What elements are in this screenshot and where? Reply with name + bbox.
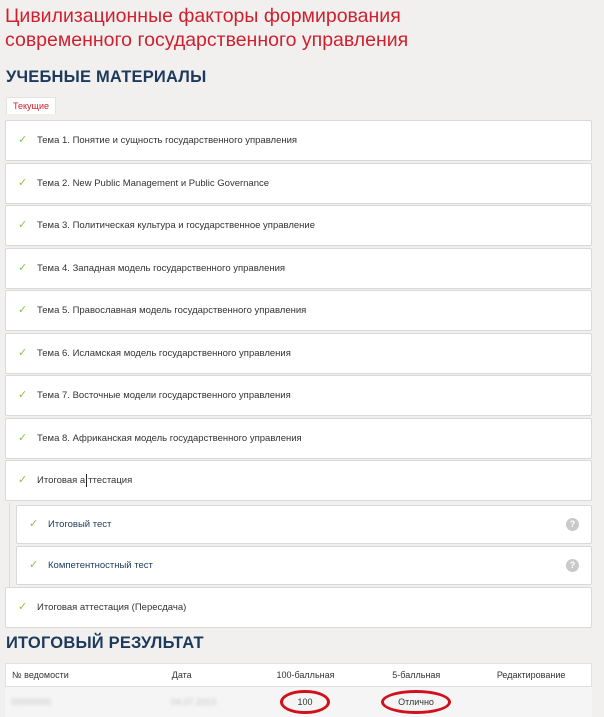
check-icon: ✓	[18, 134, 28, 146]
col-score100: 100-балльная	[276, 670, 335, 680]
check-icon: ✓	[18, 176, 28, 189]
topic-label: Тема 3. Политическая культура и государс…	[37, 220, 316, 231]
subitem-label[interactable]: Итоговый тест	[48, 519, 111, 530]
check-icon: ✓	[18, 431, 28, 444]
subitem-label[interactable]: Компетентностный тест	[48, 560, 153, 571]
materials-heading: УЧЕБНЫЕ МАТЕРИАЛЫ	[6, 68, 207, 86]
topic-item-8[interactable]: ✓ Тема 8. Африканская модель государстве…	[5, 417, 592, 459]
results-table: № ведомости Дата 100-балльная 5-балльная…	[5, 663, 592, 717]
topic-item-4[interactable]: ✓ Тема 4. Западная модель государственно…	[5, 247, 592, 289]
table-row: 00000000 04.07.2023 100 Отлично	[5, 687, 592, 717]
topic-label: Тема 5. Православная модель государствен…	[37, 305, 307, 316]
course-title-line2: современного государственного управления	[5, 29, 409, 51]
check-icon: ✓	[18, 474, 28, 486]
topic-label: Тема 8. Африканская модель государственн…	[37, 432, 302, 444]
record-number: 00000000	[11, 697, 52, 707]
col-date: Дата	[171, 670, 192, 680]
topic-item-5[interactable]: ✓ Тема 5. Православная модель государств…	[5, 290, 592, 331]
topic-label: Тема 6. Исламская модель государственног…	[37, 347, 291, 359]
col-edit: Редактирование	[496, 670, 566, 680]
topic-label: Тема 4. Западная модель государственного…	[37, 262, 286, 274]
topic-label: Тема 7. Восточные модели государственног…	[37, 390, 291, 401]
subitem-competency-test[interactable]: ✓ Компетентностный тест ?	[16, 545, 592, 585]
check-icon: ✓	[29, 558, 39, 571]
check-icon: ✓	[29, 517, 39, 530]
topic-item-6[interactable]: ✓ Тема 6. Исламская модель государственн…	[5, 332, 592, 374]
score5-value: Отлично	[381, 690, 451, 714]
topic-item-7[interactable]: ✓ Тема 7. Восточные модели государственн…	[5, 375, 592, 416]
topic-item-1[interactable]: ✓ Тема 1. Понятие и сущность государстве…	[5, 120, 592, 161]
check-icon: ✓	[18, 304, 28, 316]
course-title-line1: Цивилизационные факторы формирования	[5, 5, 401, 27]
topics-list: ✓ Тема 1. Понятие и сущность государстве…	[5, 120, 592, 629]
check-icon: ✓	[18, 600, 28, 613]
col-score5: 5-балльная	[392, 670, 441, 680]
tab-current[interactable]: Текущие	[6, 97, 56, 114]
topic-label: Тема 2. New Public Management и Public G…	[37, 177, 270, 189]
check-icon: ✓	[18, 346, 28, 359]
check-icon: ✓	[18, 389, 28, 401]
topic-label: Итоговая аттестация (Пересдача)	[37, 601, 187, 613]
topic-item-retake[interactable]: ✓ Итоговая аттестация (Пересдача)	[5, 586, 592, 628]
topic-label: Итоговая а ттестация	[37, 474, 133, 487]
topic-label: Тема 1. Понятие и сущность государственн…	[37, 135, 298, 146]
results-heading: ИТОГОВЫЙ РЕЗУЛЬТАТ	[6, 634, 204, 652]
col-number: № ведомости	[12, 670, 69, 680]
final-attestation-subitems: ✓ Итоговый тест ? ✓ Компетентностный тес…	[9, 502, 592, 587]
course-title: Цивилизационные факторы формирования сов…	[5, 4, 565, 52]
help-icon[interactable]: ?	[566, 558, 579, 572]
check-icon: ✓	[18, 219, 28, 231]
score100-cell: 100	[249, 690, 361, 714]
subitem-final-test[interactable]: ✓ Итоговый тест ?	[16, 504, 592, 544]
check-icon: ✓	[18, 261, 28, 274]
topic-item-2[interactable]: ✓ Тема 2. New Public Management и Public…	[5, 162, 592, 204]
table-header: № ведомости Дата 100-балльная 5-балльная…	[5, 663, 592, 687]
topic-item-3[interactable]: ✓ Тема 3. Политическая культура и госуда…	[5, 205, 592, 246]
record-date: 04.07.2023	[171, 697, 217, 707]
help-icon[interactable]: ?	[566, 517, 579, 531]
score5-cell: Отлично	[361, 690, 471, 714]
score100-value: 100	[280, 690, 330, 714]
topic-item-final-attestation[interactable]: ✓ Итоговая а ттестация	[5, 460, 592, 501]
